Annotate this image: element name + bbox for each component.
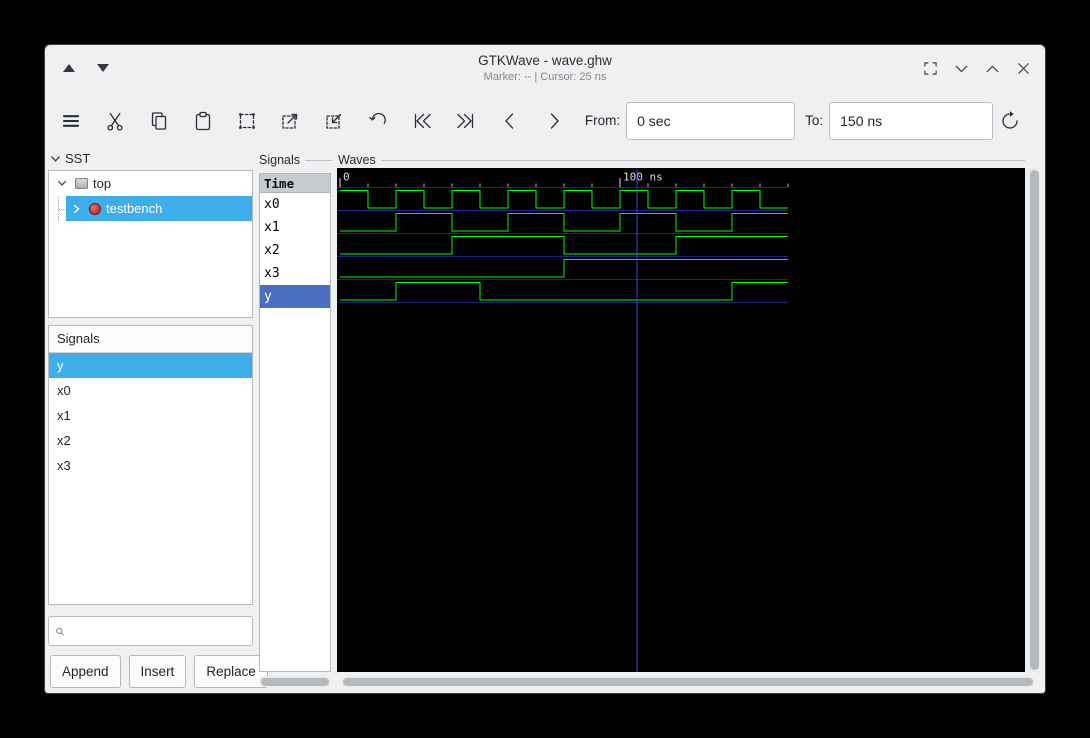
expander-down-icon[interactable] [54, 180, 70, 187]
wave-hscrollbar[interactable] [341, 676, 1035, 687]
reload-icon [1002, 110, 1018, 129]
chevron-up-icon [986, 65, 998, 72]
copy-button[interactable] [142, 104, 176, 138]
gtkwave-window: GTKWave - wave.ghw Marker: -- | Cursor: … [45, 45, 1045, 693]
selected-tree-row[interactable]: testbench [66, 196, 252, 221]
append-button[interactable]: Append [50, 655, 121, 688]
sst-tree: top testbench [48, 170, 253, 318]
close-button[interactable] [1011, 56, 1035, 80]
scrollbar-handle[interactable] [1029, 170, 1039, 670]
scrollbar-handle[interactable] [343, 677, 1033, 686]
zoom-in-icon [282, 113, 298, 129]
title-rule [305, 159, 332, 161]
clipboard-paste-icon [195, 111, 210, 130]
scrollbar-handle[interactable] [261, 677, 329, 686]
wave-trace-x2 [340, 236, 788, 255]
go-end-button[interactable] [449, 104, 483, 138]
collapse-chevron-icon [50, 155, 61, 162]
trace-names-panel: Time x0 x1 x2 x3 y [259, 173, 331, 672]
search-icon [56, 627, 64, 635]
insert-button[interactable]: Insert [128, 655, 187, 688]
signal-list-item[interactable]: x0 [49, 378, 252, 403]
scissors-icon [107, 112, 123, 131]
menu-button[interactable] [54, 104, 88, 138]
pane-splitter[interactable] [253, 148, 258, 693]
copy-icon [151, 111, 166, 130]
wave-trace-x3 [340, 259, 788, 278]
step-left-button[interactable] [493, 104, 527, 138]
maximize-button[interactable] [918, 56, 942, 80]
trace-name-row[interactable]: x0 [260, 193, 330, 216]
timeline-label: 0 [343, 171, 350, 184]
search-input[interactable] [70, 617, 246, 645]
title-rule [380, 159, 1025, 161]
skip-to-end-icon [457, 113, 474, 128]
window-title: GTKWave - wave.ghw [478, 53, 612, 68]
zoom-out-icon [326, 113, 342, 129]
wave-trace-y [340, 282, 788, 301]
marker-cursor-status: Marker: -- | Cursor: 25 ns [483, 71, 607, 83]
names-hscrollbar[interactable] [259, 676, 331, 687]
zoom-in-button[interactable] [274, 104, 308, 138]
wave-trace-x0 [340, 190, 788, 209]
sst-label: SST [65, 151, 91, 166]
reload-button[interactable] [993, 104, 1027, 138]
sst-buttons: Append Insert Replace [50, 655, 268, 688]
zoom-out-button[interactable] [317, 104, 351, 138]
signal-list-item[interactable]: x2 [49, 428, 252, 453]
roll-up-button[interactable] [980, 56, 1004, 80]
sst-header[interactable]: SST [50, 151, 90, 166]
chevron-left-icon [505, 112, 514, 129]
signals-column-header[interactable]: Signals [49, 326, 252, 353]
tree-item-top[interactable]: top [49, 171, 252, 196]
module-icon [75, 178, 88, 189]
expander-right-icon[interactable] [68, 204, 84, 214]
wave-canvas[interactable]: 0 100 ns [337, 168, 1025, 672]
zoom-fit-icon [238, 112, 255, 129]
signal-list-item[interactable]: x1 [49, 403, 252, 428]
signal-list-item[interactable]: y [49, 353, 252, 378]
component-icon [89, 202, 101, 215]
time-header: Time [260, 174, 330, 193]
from-input[interactable] [626, 101, 796, 140]
tree-guide-line [58, 196, 66, 221]
paste-button[interactable] [186, 104, 220, 138]
signal-search-box [48, 616, 253, 646]
titlebar[interactable]: GTKWave - wave.ghw Marker: -- | Cursor: … [45, 45, 1045, 93]
undo-arrow-icon [369, 112, 387, 124]
skip-to-start-icon [415, 113, 431, 128]
signal-list-item[interactable]: x3 [49, 453, 252, 478]
zoom-fit-button[interactable] [230, 104, 264, 138]
sst-signals-list: Signals y x0 x1 x2 x3 [48, 325, 253, 605]
to-input[interactable] [829, 101, 994, 140]
names-pane-title: Signals [259, 153, 332, 167]
step-right-button[interactable] [537, 104, 571, 138]
tree-item-testbench[interactable]: testbench [49, 196, 252, 221]
chevron-right-icon [550, 112, 559, 129]
timeline-label: 100 ns [623, 171, 663, 184]
chevron-down-icon [955, 65, 967, 72]
hamburger-menu-icon [62, 114, 80, 127]
wave-vscrollbar[interactable] [1028, 168, 1040, 672]
wave-display-area[interactable]: 0 100 ns [337, 168, 1025, 672]
waves-pane-title: Waves [338, 153, 1025, 167]
go-start-button[interactable] [405, 104, 439, 138]
zoom-undo-button[interactable] [361, 104, 395, 138]
tree-item-label: testbench [106, 201, 163, 216]
to-label: To: [805, 113, 824, 128]
desktop-background: GTKWave - wave.ghw Marker: -- | Cursor: … [0, 0, 1090, 738]
wave-trace-x1 [340, 213, 788, 232]
trace-name-row[interactable]: x3 [260, 262, 330, 285]
maximize-icon [923, 61, 937, 75]
trace-name-row[interactable]: x2 [260, 239, 330, 262]
roll-down-button[interactable] [949, 56, 973, 80]
tree-item-label: top [93, 176, 112, 191]
trace-name-row[interactable]: x1 [260, 216, 330, 239]
from-label: From: [584, 113, 621, 128]
main-area: SST top testbench Signals y x0 x1 x2 x3 … [45, 148, 1045, 693]
toolbar: From: To: [45, 93, 1045, 148]
trace-name-row-selected[interactable]: y [260, 285, 330, 308]
close-icon [1017, 62, 1029, 74]
cut-button[interactable] [98, 104, 132, 138]
